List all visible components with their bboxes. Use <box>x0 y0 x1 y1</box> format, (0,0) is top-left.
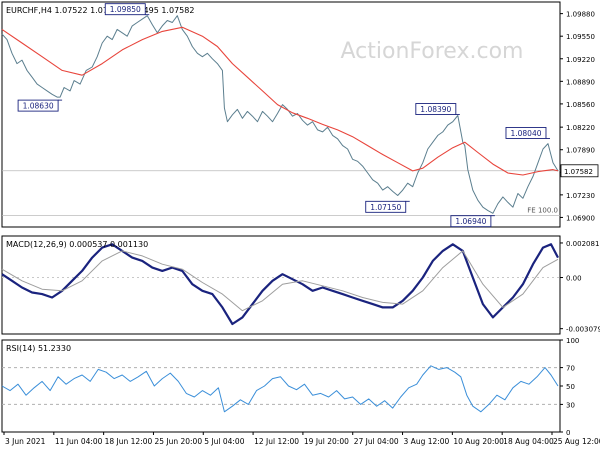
rsi-ytick-label: 50 <box>566 383 575 391</box>
xtick-label: 3 Jun 2021 <box>5 437 46 446</box>
xtick-label: 18 Jun 12:00 <box>105 437 153 446</box>
price-annotation-label: 1.06940 <box>455 217 486 226</box>
price-ytick-label: 1.06900 <box>566 214 595 222</box>
xtick-label: 3 Aug 12:00 <box>404 437 450 446</box>
chart-canvas: ActionForex.com FE 100.0 EURCHF,H4 1.0752… <box>0 0 600 450</box>
xtick-label: 25 Aug 12:00 <box>553 437 600 446</box>
current-price-label: 1.07582 <box>564 168 593 176</box>
rsi-ytick-label: 30 <box>566 401 575 409</box>
rsi-ytick-label: 70 <box>566 365 575 373</box>
xtick-label: 11 Jun 04:00 <box>55 437 103 446</box>
price-ytick-label: 1.09880 <box>566 11 595 19</box>
price-ytick-label: 1.08890 <box>566 78 595 86</box>
price-annotation-label: 1.07150 <box>370 203 401 212</box>
price-header: EURCHF,H4 1.07522 1.07607 1.07495 1.0758… <box>6 6 194 15</box>
rsi-ytick-label: 0 <box>566 429 570 437</box>
macd-ytick-label: 0.00 <box>566 275 582 283</box>
xtick-label: 25 Jun 20:00 <box>154 437 202 446</box>
rsi-ytick-label: 100 <box>566 337 579 345</box>
price-ytick-label: 1.09220 <box>566 56 595 64</box>
macd-ytick-label: -0.003079 <box>566 326 600 334</box>
price-ytick-label: 1.09550 <box>566 33 595 41</box>
price-ytick-label: 1.08220 <box>566 124 595 132</box>
macd-ytick-label: 0.002081 <box>566 240 599 248</box>
eurchf-chart: ActionForex.com FE 100.0 EURCHF,H4 1.0752… <box>0 0 600 450</box>
xtick-label: 27 Jul 04:00 <box>354 437 399 446</box>
xtick-label: 12 Jul 12:00 <box>254 437 299 446</box>
price-ytick-label: 1.08560 <box>566 101 595 109</box>
fe-label: FE 100.0 <box>527 206 558 214</box>
watermark: ActionForex.com <box>341 39 524 64</box>
xtick-label: 18 Aug 04:00 <box>503 437 554 446</box>
rsi-header: RSI(14) 51.2330 <box>6 344 71 353</box>
price-ytick-label: 1.07890 <box>566 147 595 155</box>
price-annotation-label: 1.08040 <box>510 129 541 138</box>
macd-header: MACD(12,26,9) 0.000537 0.001130 <box>6 240 148 249</box>
xtick-label: 19 Jul 20:00 <box>304 437 349 446</box>
xtick-label: 10 Aug 20:00 <box>453 437 504 446</box>
price-annotation-label: 1.09850 <box>110 5 141 14</box>
xtick-label: 5 Jul 04:00 <box>204 437 244 446</box>
chart-background <box>0 0 600 450</box>
price-ytick-label: 1.07230 <box>566 192 595 200</box>
price-annotation-label: 1.08390 <box>420 105 451 114</box>
price-annotation-label: 1.08630 <box>23 102 54 111</box>
